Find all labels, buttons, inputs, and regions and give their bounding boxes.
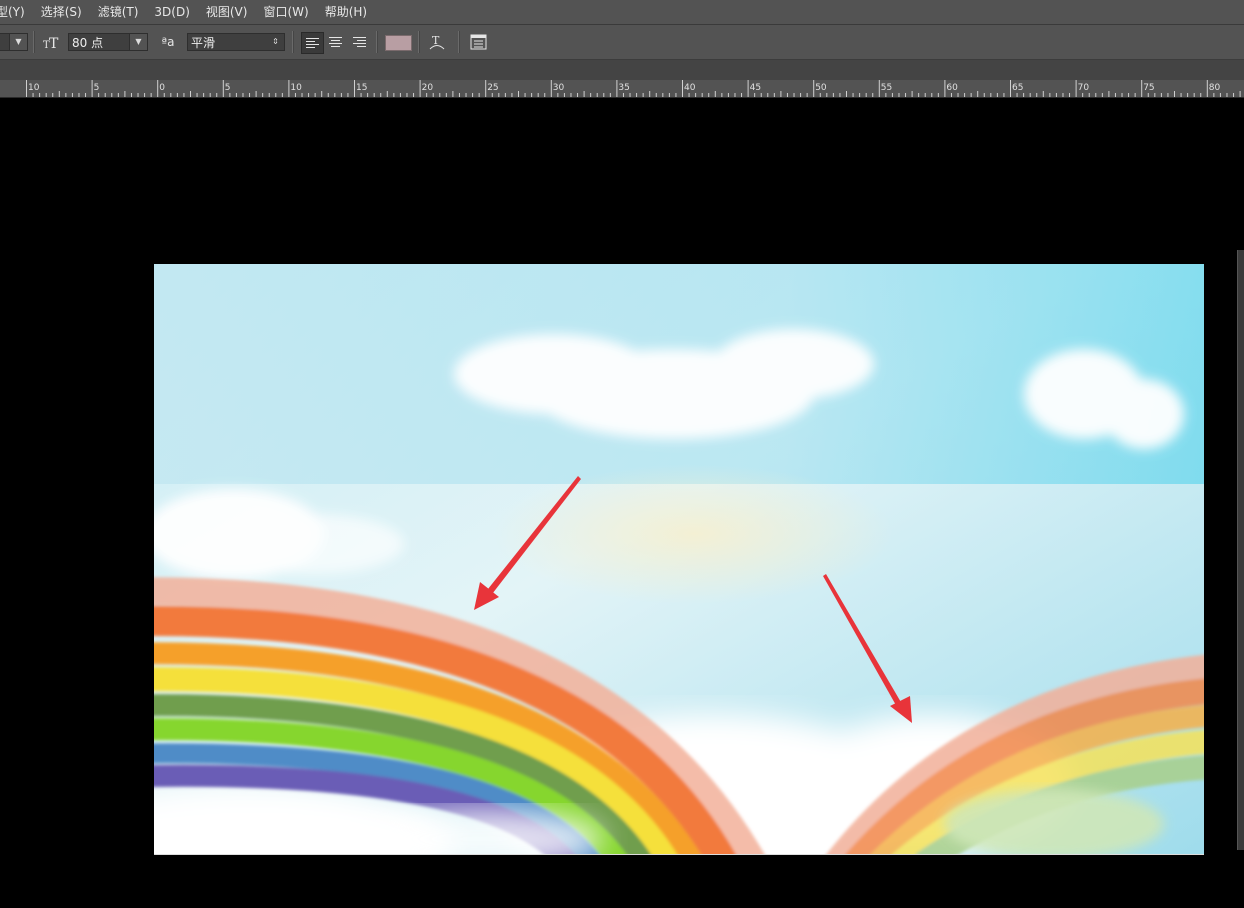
text-color-swatch[interactable] bbox=[385, 35, 412, 51]
ruler-label: 70 bbox=[1078, 83, 1090, 93]
ruler-label: 25 bbox=[487, 83, 498, 93]
separator bbox=[458, 31, 460, 53]
ruler-label: 30 bbox=[553, 83, 565, 93]
font-size-field[interactable]: 80 点 ▼ bbox=[68, 33, 148, 51]
svg-text:T: T bbox=[49, 36, 59, 51]
ruler-label: 0 bbox=[159, 83, 165, 93]
tab-strip bbox=[0, 60, 1244, 80]
separator bbox=[418, 31, 420, 53]
ruler-label: 65 bbox=[1012, 83, 1023, 93]
align-right-icon[interactable] bbox=[349, 32, 370, 52]
ruler-label: 50 bbox=[815, 83, 827, 93]
font-size-value: 80 点 bbox=[72, 36, 104, 50]
options-bar: ▼ TT 80 点 ▼ ªa 平滑 ⇕ T bbox=[0, 25, 1244, 60]
ruler-label: 10 bbox=[28, 83, 40, 93]
ruler-label: 20 bbox=[422, 83, 434, 93]
panel-edge bbox=[1237, 250, 1244, 850]
font-style-dropdown[interactable]: ▼ bbox=[0, 33, 28, 51]
ruler-label: 80 bbox=[1209, 83, 1221, 93]
ruler-label: 60 bbox=[946, 83, 958, 93]
menu-filter[interactable]: 滤镜(T) bbox=[90, 0, 147, 24]
ruler-label: 40 bbox=[684, 83, 696, 93]
updown-chevron-icon: ⇕ bbox=[267, 34, 284, 50]
menu-bar: 型(Y) 选择(S) 滤镜(T) 3D(D) 视图(V) 窗口(W) 帮助(H) bbox=[0, 0, 1244, 25]
menu-window[interactable]: 窗口(W) bbox=[255, 0, 316, 24]
ruler-label: 5 bbox=[225, 83, 231, 93]
chevron-down-icon: ▼ bbox=[9, 34, 27, 50]
chevron-down-icon: ▼ bbox=[129, 34, 147, 50]
character-panel-icon[interactable] bbox=[468, 33, 489, 51]
rainbow-sky-illustration bbox=[154, 264, 1204, 854]
ruler-label: 55 bbox=[881, 83, 892, 93]
separator bbox=[376, 31, 378, 53]
text-orientation-icon[interactable]: TT bbox=[41, 33, 61, 52]
menu-select[interactable]: 选择(S) bbox=[33, 0, 90, 24]
menu-type[interactable]: 型(Y) bbox=[0, 0, 33, 24]
antialias-dropdown[interactable]: 平滑 ⇕ bbox=[187, 33, 285, 51]
document-bottom-edge bbox=[154, 854, 1204, 855]
ruler-label: 35 bbox=[618, 83, 629, 93]
ruler-label: 15 bbox=[356, 83, 367, 93]
document-image[interactable] bbox=[154, 264, 1204, 854]
ruler-label: 10 bbox=[290, 83, 302, 93]
ruler-label: 45 bbox=[750, 83, 761, 93]
align-left-icon[interactable] bbox=[301, 32, 324, 54]
separator bbox=[292, 31, 294, 53]
antialias-value: 平滑 bbox=[191, 36, 216, 50]
menu-view[interactable]: 视图(V) bbox=[198, 0, 256, 24]
warp-text-icon[interactable]: T bbox=[427, 33, 447, 51]
antialias-label: ªa bbox=[161, 35, 175, 49]
align-center-icon[interactable] bbox=[325, 32, 346, 52]
ruler-label: 5 bbox=[94, 83, 100, 93]
menu-help[interactable]: 帮助(H) bbox=[317, 0, 375, 24]
separator bbox=[33, 31, 35, 53]
menu-3d[interactable]: 3D(D) bbox=[146, 0, 197, 24]
ruler-label: 75 bbox=[1143, 83, 1154, 93]
canvas-area[interactable] bbox=[0, 98, 1244, 908]
horizontal-ruler[interactable]: 10 5 0 5 10 15 20 25 30 35 40 45 50 55 60 65 70 75 80 bbox=[0, 80, 1244, 98]
